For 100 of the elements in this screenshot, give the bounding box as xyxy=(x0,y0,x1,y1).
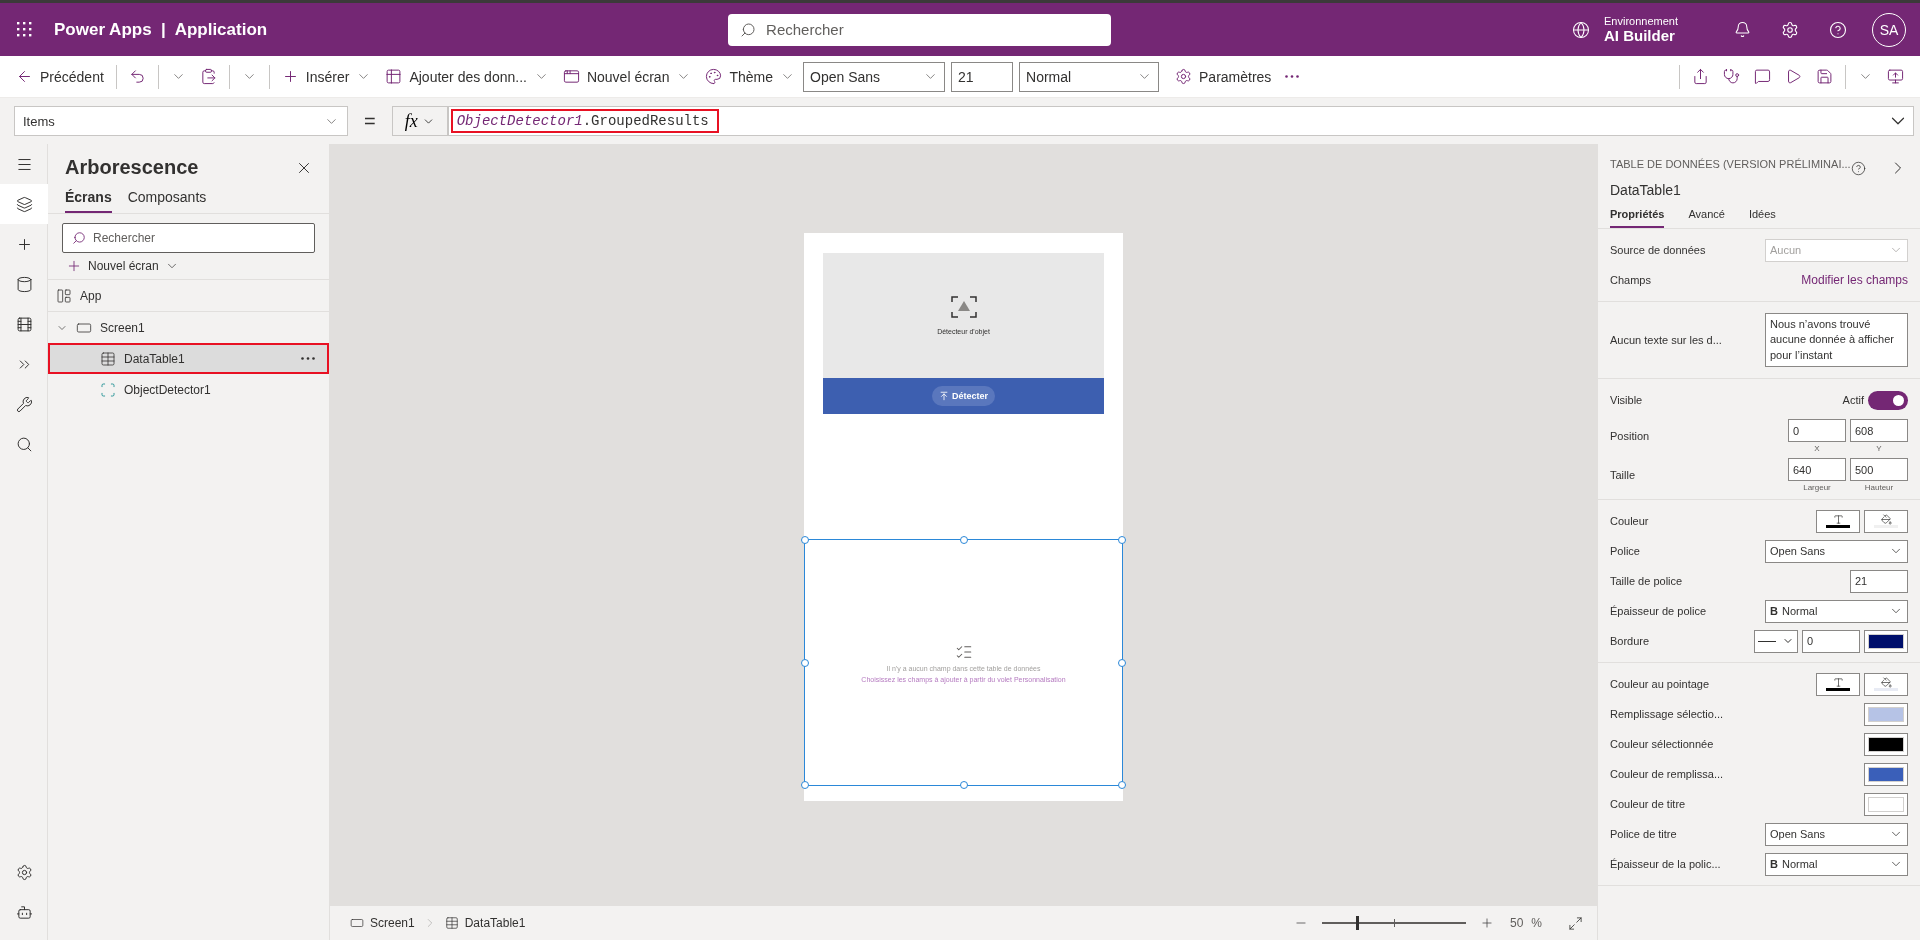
stethoscope-icon xyxy=(1723,68,1740,85)
bot-icon xyxy=(15,903,33,921)
more-icon xyxy=(1285,75,1300,78)
toggle-state: Actif xyxy=(1842,394,1864,407)
fill-color-button[interactable] xyxy=(1864,672,1908,696)
fill-color-button[interactable] xyxy=(1864,509,1908,533)
tree-item[interactable]: App xyxy=(48,280,329,311)
text-field[interactable]: Nous n’avons trouvé aucune donnée à afficher pour l’instant xyxy=(1765,313,1908,368)
property-dropdown[interactable]: Open Sans xyxy=(1765,539,1908,563)
font-weight-dropdown[interactable]: Normal xyxy=(1019,61,1159,92)
property-label: Bordure xyxy=(1610,635,1650,648)
app-launcher-icon xyxy=(16,22,32,37)
back-button[interactable]: Précédent xyxy=(10,60,110,93)
more-icon xyxy=(301,357,315,360)
formula-text: ObjectDetector1.GroupedResults xyxy=(450,109,719,133)
theme-button[interactable]: Thème xyxy=(699,60,801,93)
plus-icon xyxy=(1479,916,1494,930)
breadcrumb[interactable]: DataTable1 xyxy=(436,916,534,930)
cylinder-icon xyxy=(15,275,33,293)
toggle-switch[interactable] xyxy=(1868,390,1908,410)
slider-thumb[interactable] xyxy=(1355,916,1359,930)
property-dropdown[interactable]: B Normal xyxy=(1765,852,1908,876)
paint-bucket-icon xyxy=(1880,514,1892,526)
new-screen-button[interactable]: Nouvel écran xyxy=(556,60,698,93)
settings-icon xyxy=(1781,20,1799,39)
search-field[interactable]: Rechercher xyxy=(62,223,315,253)
resize-handle[interactable] xyxy=(959,781,968,789)
add-data-button[interactable]: Ajouter des donn... xyxy=(379,60,555,93)
settings-icon xyxy=(1175,68,1192,85)
resize-handle[interactable] xyxy=(1118,781,1126,789)
resize-handle[interactable] xyxy=(801,781,809,789)
number-field[interactable]: 0 xyxy=(1788,419,1846,443)
function-button[interactable]: fx xyxy=(391,106,448,136)
tab[interactable]: Propriétés xyxy=(1610,208,1665,228)
property-label: Couleur de titre xyxy=(1610,798,1686,811)
publish-icon xyxy=(1887,68,1904,85)
layout-icon xyxy=(56,287,72,304)
tree-item[interactable]: Screen1 xyxy=(48,312,329,343)
comment-icon xyxy=(1754,68,1771,85)
tab[interactable]: Idées xyxy=(1748,208,1776,228)
settings-button[interactable]: Paramètres xyxy=(1169,60,1278,93)
text-color-button[interactable] xyxy=(1816,509,1860,533)
tree-item[interactable]: DataTable1 xyxy=(48,343,329,374)
control-name: DataTable1 xyxy=(1609,181,1682,200)
field-caption: Largeur xyxy=(1803,483,1831,493)
rail-button[interactable] xyxy=(0,184,48,224)
search-icon xyxy=(72,231,86,245)
undo-icon xyxy=(128,68,146,85)
search-field[interactable]: Rechercher xyxy=(728,13,1112,46)
number-field[interactable]: 0 xyxy=(1802,629,1860,653)
environment-label: Environnement xyxy=(1604,15,1678,27)
expand-icon xyxy=(1568,915,1583,931)
search-icon xyxy=(740,21,757,38)
zoom-unit: % xyxy=(1531,916,1542,930)
tab[interactable]: Écrans xyxy=(65,185,112,213)
tree-item[interactable]: ObjectDetector1 xyxy=(48,374,329,405)
property-label: Épaisseur de police xyxy=(1610,605,1706,618)
property-label: Police xyxy=(1610,545,1640,558)
font-size-field[interactable]: 21 xyxy=(951,61,1013,92)
new-screen-button[interactable]: Nouvel écran xyxy=(60,257,185,275)
insert-button[interactable]: Insérer xyxy=(275,60,378,93)
formula-field[interactable]: ObjectDetector1.GroupedResults xyxy=(447,106,1914,136)
resize-handle[interactable] xyxy=(1118,536,1126,544)
resize-handle[interactable] xyxy=(959,536,968,544)
text-color-button[interactable] xyxy=(1816,672,1860,696)
property-dropdown[interactable]: B Normal xyxy=(1765,599,1908,623)
resize-handle[interactable] xyxy=(801,658,809,667)
property-label: Position xyxy=(1610,430,1650,443)
property-dropdown[interactable]: Items xyxy=(14,106,348,136)
property-label: Couleur au pointage xyxy=(1610,678,1710,691)
property-dropdown[interactable]: Open Sans xyxy=(1765,822,1908,846)
help-icon xyxy=(1829,20,1847,39)
property-label: Couleur sélectionnée xyxy=(1610,738,1714,751)
panel-title: Arborescence xyxy=(65,156,199,179)
detect-button[interactable]: Détecter xyxy=(932,386,995,406)
border-style-dropdown[interactable] xyxy=(1754,629,1798,653)
property-label: Couleur de remplissa... xyxy=(1610,768,1724,781)
tab[interactable]: Avancé xyxy=(1688,208,1725,228)
number-field[interactable]: 640 xyxy=(1788,458,1846,482)
resize-handle[interactable] xyxy=(1118,658,1126,667)
field-caption: Y xyxy=(1876,444,1882,454)
number-field[interactable]: 21 xyxy=(1850,569,1908,593)
help-icon[interactable] xyxy=(1850,160,1866,176)
tab[interactable]: Composants xyxy=(127,185,207,213)
table-icon xyxy=(385,68,403,85)
property-label: Source de données xyxy=(1610,244,1706,256)
property-label: Aucun texte sur les d... xyxy=(1610,334,1722,347)
plus-icon xyxy=(66,258,82,274)
field-caption: Hauteur xyxy=(1864,483,1894,493)
property-label: Couleur xyxy=(1610,515,1649,528)
font-dropdown[interactable]: Open Sans xyxy=(803,61,945,92)
back-arrow-icon xyxy=(16,68,33,85)
number-field[interactable]: 608 xyxy=(1850,419,1908,443)
field-caption: X xyxy=(1814,444,1820,454)
paint-bucket-icon xyxy=(1880,677,1892,689)
number-field[interactable]: 500 xyxy=(1850,458,1908,482)
resize-handle[interactable] xyxy=(801,536,809,544)
window-icon xyxy=(562,68,580,85)
breadcrumb[interactable]: Screen1 xyxy=(342,916,423,930)
edit-fields-link[interactable]: Modifier les champs xyxy=(1801,273,1908,287)
